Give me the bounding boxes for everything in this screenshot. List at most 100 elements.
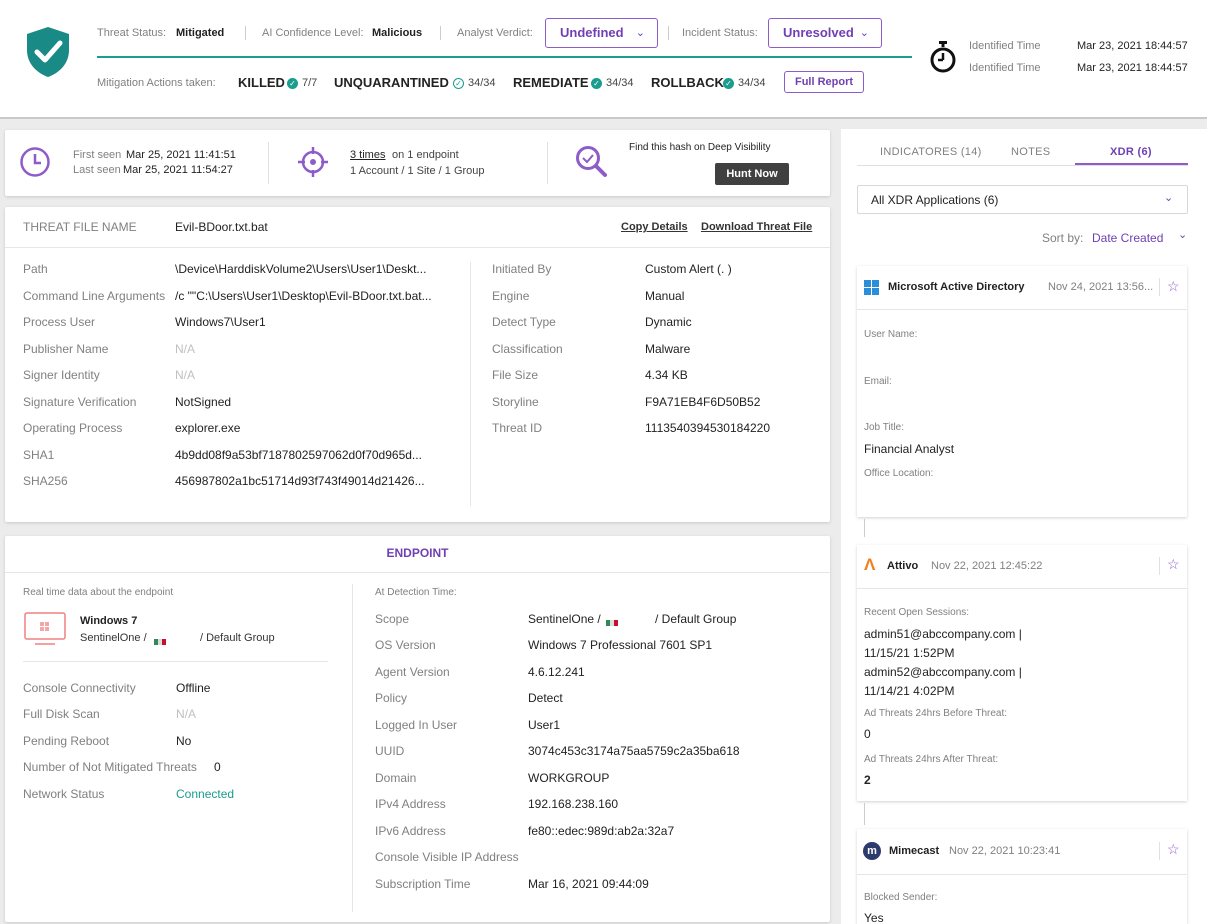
subscription-time-label: Subscription Time (375, 877, 471, 891)
network-status-label: Network Status (23, 787, 105, 801)
engine-label: Engine (492, 289, 530, 303)
not-mitigated-threats-label: Number of Not Mitigated Threats (23, 760, 197, 774)
divider (268, 142, 269, 184)
policy-value: Detect (528, 691, 563, 705)
threat-file-card: THREAT FILE NAME Evil-BDoor.txt.bat Copy… (5, 207, 830, 522)
endpoint-site-suffix: / Default Group (200, 632, 275, 644)
operating-process-value: explorer.exe (175, 421, 241, 435)
mitigation-count: 34/34 (738, 77, 766, 89)
mitigation-unquarantined: UNQUARANTINED (334, 75, 449, 90)
sha256-value: 456987802a1bc51714d93f743f49014d21426... (175, 474, 425, 488)
agent-version-label: Agent Version (375, 665, 450, 679)
xdr-card-date: Nov 22, 2021 10:23:41 (949, 845, 1061, 857)
side-panel (841, 129, 1207, 924)
initiated-by-value: Custom Alert (. ) (645, 262, 732, 276)
xdr-card-microsoft-ad: Microsoft Active Directory Nov 24, 2021 … (857, 266, 1187, 517)
chevron-down-icon: ⌄ (635, 27, 645, 39)
incident-status-dropdown[interactable]: Unresolved ⌄ (768, 18, 882, 48)
timeline-connector (864, 519, 865, 537)
identified-time-label: Identified Time (969, 40, 1041, 52)
xdr-card-date: Nov 22, 2021 12:45:22 (931, 560, 1043, 572)
computer-icon (24, 612, 66, 645)
blocked-sender-label: Blocked Sender: (864, 892, 938, 903)
check-circle-outline-icon: ✓ (453, 78, 464, 89)
check-circle-icon: ✓ (591, 78, 602, 89)
divider (5, 247, 830, 248)
flag-icon (606, 615, 618, 626)
email-label: Email: (864, 376, 892, 387)
job-title-value: Financial Analyst (864, 442, 955, 456)
pending-reboot-label: Pending Reboot (23, 734, 110, 748)
endpoint-os-name: Windows 7 (80, 615, 138, 627)
signature-verification-label: Signature Verification (23, 395, 137, 409)
tab-xdr[interactable]: XDR (6) (1110, 146, 1152, 158)
signer-identity-value: N/A (175, 368, 196, 382)
full-disk-scan-label: Full Disk Scan (23, 707, 100, 721)
divider (857, 165, 1188, 166)
tab-notes[interactable]: NOTES (1011, 146, 1050, 158)
detection-time-label: At Detection Time: (375, 587, 457, 598)
initiated-by-label: Initiated By (492, 262, 552, 276)
deep-visibility-text: Find this hash on Deep Visibility (629, 142, 771, 153)
full-report-button[interactable]: Full Report (784, 71, 864, 93)
star-icon[interactable]: ☆ (1167, 556, 1180, 573)
last-seen-label: Last seen (73, 164, 121, 176)
xdr-app-filter-dropdown[interactable]: All XDR Applications (6) ⌄ (857, 185, 1188, 214)
file-size-label: File Size (492, 368, 539, 382)
tab-indicators[interactable]: INDICATORES (14) (880, 146, 982, 158)
sort-by-label: Sort by: (1042, 231, 1084, 245)
engine-value: Manual (645, 289, 685, 303)
scope-suffix: / Default Group (655, 612, 737, 626)
storyline-value: F9A71EB4F6D50B52 (645, 395, 761, 409)
threat-id-label: Threat ID (492, 421, 543, 435)
scope-value: SentinelOne / (528, 612, 601, 626)
sha1-label: SHA1 (23, 448, 55, 462)
divider (245, 26, 246, 40)
command-line-value: /c ""C:\Users\User1\Desktop\Evil-BDoor.t… (175, 289, 432, 303)
sort-by-dropdown[interactable]: Date Created (1092, 231, 1163, 245)
ai-confidence-label: AI Confidence Level: (262, 27, 364, 39)
job-title-label: Job Title: (864, 422, 905, 433)
divider (857, 588, 1187, 589)
threats-before-value: 0 (864, 727, 871, 741)
ipv6-label: IPv6 Address (375, 824, 446, 838)
path-label: Path (23, 262, 48, 276)
session-line: admin52@abccompany.com | (864, 665, 1022, 679)
analyst-verdict-dropdown[interactable]: Undefined ⌄ (545, 18, 658, 48)
subscription-time-value: Mar 16, 2021 09:44:09 (528, 877, 649, 891)
last-seen-value: Mar 25, 2021 11:54:27 (123, 164, 233, 176)
threat-file-name-value: Evil-BDoor.txt.bat (175, 220, 268, 234)
office-location-label: Office Location: (864, 468, 934, 479)
logged-in-user-label: Logged In User (375, 718, 458, 732)
identified-time-value: Mar 23, 2021 18:44:57 (1077, 40, 1188, 52)
chevron-down-icon: ⌄ (1164, 192, 1174, 204)
check-circle-icon: ✓ (287, 78, 298, 89)
download-threat-file-link[interactable]: Download Threat File (701, 221, 812, 233)
storyline-label: Storyline (492, 395, 539, 409)
star-icon[interactable]: ☆ (1167, 278, 1180, 295)
not-mitigated-threats-value: 0 (214, 760, 221, 774)
detect-type-label: Detect Type (492, 315, 556, 329)
xdr-filter-value: All XDR Applications (6) (871, 193, 999, 207)
xdr-app-name: Mimecast (889, 845, 940, 857)
user-name-label: User Name: (864, 329, 918, 340)
pending-reboot-value: No (176, 734, 192, 748)
ai-confidence-value: Malicious (372, 27, 423, 39)
mitigation-count: 7/7 (302, 77, 318, 89)
divider (1159, 557, 1160, 575)
incident-status-value: Unresolved (783, 25, 854, 40)
divider (547, 142, 548, 184)
shield-check-icon (27, 27, 69, 77)
divider (470, 262, 471, 506)
attivo-logo-icon: Λ (864, 555, 876, 574)
copy-details-link[interactable]: Copy Details (621, 221, 688, 233)
star-icon[interactable]: ☆ (1167, 841, 1180, 858)
process-user-label: Process User (23, 315, 96, 329)
first-seen-value: Mar 25, 2021 11:41:51 (126, 149, 236, 161)
hunt-now-button[interactable]: Hunt Now (715, 163, 789, 185)
mitigation-killed: KILLED (238, 75, 285, 90)
target-icon (298, 147, 328, 177)
mimecast-logo-icon: m (863, 842, 881, 860)
times-seen-link[interactable]: 3 times (350, 149, 385, 161)
endpoint-card: ENDPOINT Real time data about the endpoi… (5, 536, 830, 922)
